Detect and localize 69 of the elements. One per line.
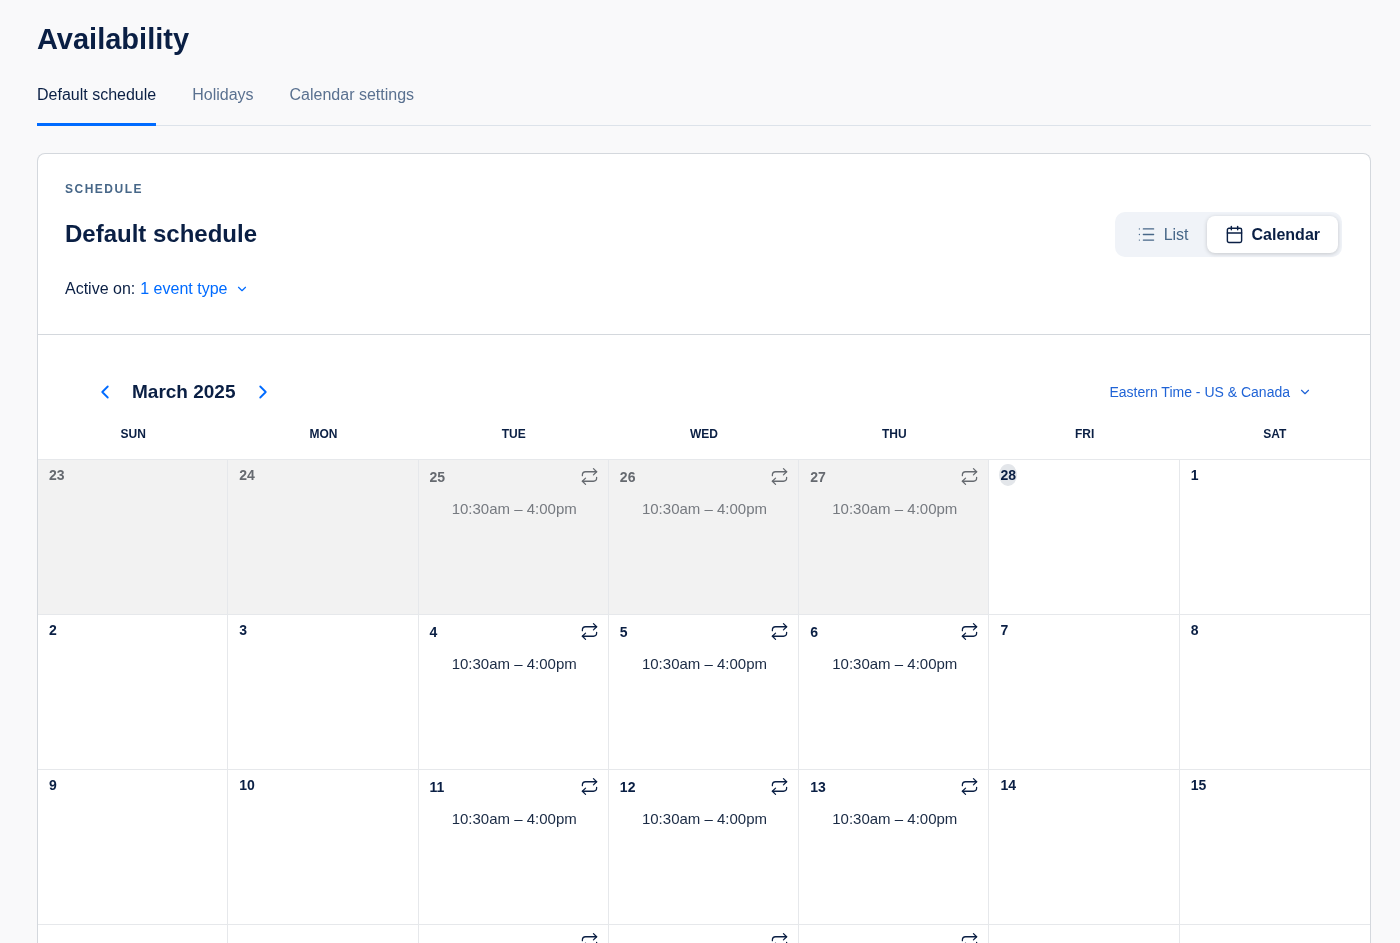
day-cell[interactable]: 25 10:30am – 4:00pm <box>418 459 609 614</box>
day-cell[interactable]: 27 10:30am – 4:00pm <box>799 459 990 614</box>
day-number: 28 <box>999 464 1017 486</box>
day-number: 23 <box>49 467 65 483</box>
section-label: SCHEDULE <box>65 182 144 196</box>
day-number: 2 <box>49 622 57 638</box>
day-number: 4 <box>429 623 438 640</box>
day-cell[interactable]: 26 10:30am – 4:00pm <box>608 459 800 614</box>
day-cell[interactable]: 14 <box>989 769 1180 924</box>
event-type-dropdown[interactable]: 1 event type <box>140 280 250 298</box>
day-cell[interactable]: 6 10:30am – 4:00pm <box>799 614 990 769</box>
calendar-icon <box>1224 225 1244 244</box>
weekday-header: WED <box>689 426 719 443</box>
list-icon <box>1136 225 1156 244</box>
day-number: 15 <box>1190 777 1207 793</box>
day-number: 7 <box>1000 622 1009 638</box>
day-number: 26 <box>619 468 636 485</box>
weekday-header: TUE <box>500 426 527 443</box>
day-cell[interactable]: 10 <box>228 769 419 924</box>
day-number: 24 <box>239 467 255 483</box>
day-number: 9 <box>49 777 57 793</box>
day-number: 3 <box>239 622 248 638</box>
day-number: 12 <box>619 778 636 795</box>
weekday-header: THU <box>880 426 908 443</box>
day-number: 27 <box>810 468 826 485</box>
view-button[interactable]: Calendar <box>1206 216 1338 253</box>
view-button[interactable]: List <box>1118 216 1207 253</box>
day-cell[interactable]: 11 10:30am – 4:00pm <box>418 769 609 924</box>
available-hours: 10:30am – 4:00pm <box>450 500 578 517</box>
day-number: 10 <box>239 777 255 793</box>
timezone-dropdown[interactable]: Eastern Time - US & Canada <box>1109 384 1312 400</box>
active-on-label: Active on: <box>65 280 136 298</box>
tab[interactable]: Holidays <box>192 86 254 126</box>
weekday-header: FRI <box>1073 426 1096 443</box>
day-number: 25 <box>429 468 446 485</box>
day-cell[interactable]: 4 10:30am – 4:00pm <box>418 614 609 769</box>
day-cell[interactable]: 28 <box>989 459 1180 614</box>
weekday-header: MON <box>308 426 339 443</box>
day-number: 14 <box>1000 777 1016 793</box>
day-number: 8 <box>1190 622 1199 638</box>
day-cell[interactable]: 2 <box>38 614 229 769</box>
available-hours: 10:30am – 4:00pm <box>831 810 959 827</box>
day-cell[interactable]: 12 10:30am – 4:00pm <box>608 769 800 924</box>
available-hours: 10:30am – 4:00pm <box>450 810 578 827</box>
weekday-header: SUN <box>119 426 147 443</box>
available-hours: 10:30am – 4:00pm <box>640 655 769 672</box>
day-cell[interactable]: 9 <box>38 769 229 924</box>
day-cell[interactable]: 23 <box>38 459 229 614</box>
available-hours: 10:30am – 4:00pm <box>640 500 769 517</box>
day-cell[interactable]: 24 <box>228 459 419 614</box>
day-cell[interactable]: 7 <box>989 614 1180 769</box>
available-hours: 10:30am – 4:00pm <box>831 500 959 517</box>
available-hours: 10:30am – 4:00pm <box>450 655 578 672</box>
available-hours: 10:30am – 4:00pm <box>831 655 959 672</box>
day-cell[interactable]: 13 10:30am – 4:00pm <box>799 769 990 924</box>
tab[interactable]: Calendar settings <box>289 86 415 126</box>
available-hours: 10:30am – 4:00pm <box>640 810 769 827</box>
day-number: 11 <box>429 778 445 795</box>
weekday-header: SAT <box>1262 426 1288 443</box>
month-title: March 2025 <box>132 381 236 403</box>
day-cell[interactable]: 5 10:30am – 4:00pm <box>608 614 800 769</box>
day-number: 6 <box>810 623 818 640</box>
day-number: 13 <box>810 778 826 795</box>
day-number: 5 <box>619 623 628 640</box>
tab[interactable]: Default schedule <box>37 86 157 126</box>
day-cell[interactable]: 3 <box>228 614 419 769</box>
schedule-name: Default schedule <box>65 220 258 248</box>
day-number: 1 <box>1190 467 1199 483</box>
page-title: Availability <box>37 22 191 57</box>
